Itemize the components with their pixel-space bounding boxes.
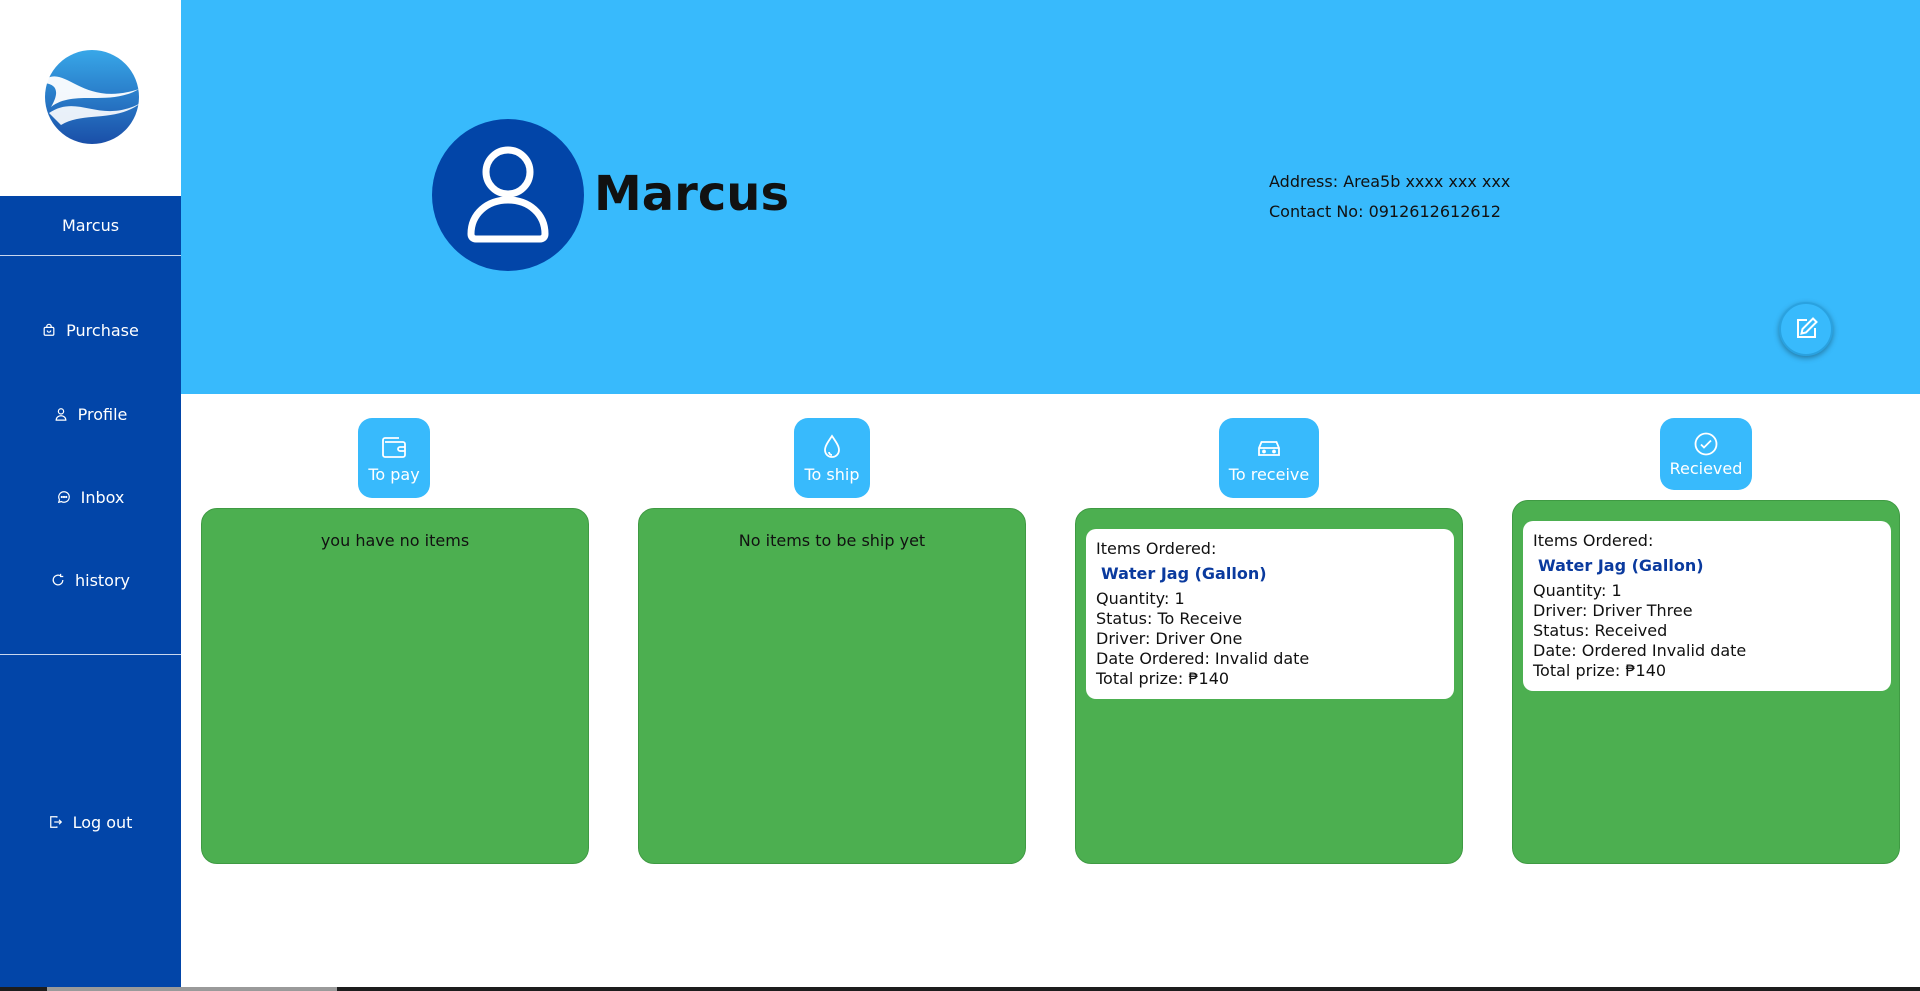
user-icon bbox=[55, 408, 67, 421]
tab-label: To receive bbox=[1228, 464, 1310, 484]
order-driver: Driver: Driver Three bbox=[1533, 601, 1693, 620]
received-panel: Items Ordered: Water Jag (Gallon) Quanti… bbox=[1512, 500, 1900, 864]
order-date: Date Ordered: Invalid date bbox=[1096, 649, 1310, 668]
tab-to-pay[interactable]: To pay bbox=[358, 418, 430, 498]
order-total: Total prize: ₱140 bbox=[1533, 661, 1667, 680]
sidebar-item-inbox[interactable]: Inbox bbox=[0, 477, 181, 517]
edit-icon bbox=[1797, 317, 1818, 338]
sidebar-item-profile[interactable]: Profile bbox=[0, 394, 181, 434]
profile-name: Marcus bbox=[594, 166, 790, 222]
sidebar-divider bbox=[0, 654, 181, 655]
sidebar-user-name: Marcus bbox=[0, 196, 181, 256]
refresh-icon bbox=[52, 573, 64, 586]
to-ship-panel: No items to be ship yet bbox=[638, 508, 1026, 864]
logout-icon bbox=[49, 816, 62, 828]
empty-message: No items to be ship yet bbox=[738, 531, 926, 550]
sidebar-item-label: Profile bbox=[77, 404, 128, 424]
edit-profile-button[interactable] bbox=[1779, 302, 1833, 356]
tab-label: To pay bbox=[368, 464, 420, 484]
sidebar-item-label: Inbox bbox=[80, 487, 125, 507]
tab-received[interactable]: Recieved bbox=[1660, 418, 1752, 490]
order-item-name: Water Jag (Gallon) bbox=[1538, 556, 1704, 575]
sidebar-item-history[interactable]: history bbox=[0, 560, 181, 600]
order-total: Total prize: ₱140 bbox=[1096, 669, 1230, 688]
order-status: Status: Received bbox=[1533, 621, 1668, 640]
order-card: Items Ordered: Water Jag (Gallon) Quanti… bbox=[1523, 521, 1891, 691]
user-avatar-icon bbox=[467, 146, 549, 243]
order-item-name: Water Jag (Gallon) bbox=[1101, 564, 1267, 583]
profile-address: Address: Area5b xxxx xxx xxx bbox=[1269, 172, 1511, 191]
scrollbar-thumb[interactable] bbox=[47, 987, 337, 991]
order-status: Status: To Receive bbox=[1096, 609, 1243, 628]
tab-label: Recieved bbox=[1669, 458, 1743, 478]
sidebar: Marcus Purchase Profile Inbox history Lo… bbox=[0, 0, 181, 991]
sidebar-item-label: Purchase bbox=[66, 320, 139, 340]
order-date: Date: Ordered Invalid date bbox=[1533, 641, 1747, 660]
car-icon bbox=[1258, 440, 1280, 456]
check-circle-icon bbox=[1694, 432, 1718, 455]
avatar bbox=[432, 119, 584, 271]
tab-to-receive[interactable]: To receive bbox=[1219, 418, 1319, 498]
shopping-bag-icon bbox=[43, 323, 55, 336]
logo-area bbox=[0, 0, 181, 196]
order-heading: Items Ordered: bbox=[1533, 531, 1654, 550]
wallet-icon bbox=[382, 436, 406, 458]
wave-globe-logo bbox=[41, 50, 141, 144]
water-drop-icon bbox=[824, 433, 840, 458]
chat-icon bbox=[57, 491, 70, 504]
order-quantity: Quantity: 1 bbox=[1533, 581, 1622, 600]
logout-label: Log out bbox=[72, 812, 133, 832]
sidebar-item-purchase[interactable]: Purchase bbox=[0, 310, 181, 350]
empty-message: you have no items bbox=[320, 531, 470, 550]
order-quantity: Quantity: 1 bbox=[1096, 589, 1185, 608]
horizontal-scrollbar[interactable] bbox=[0, 987, 1920, 991]
sidebar-item-label: history bbox=[74, 570, 131, 590]
tab-to-ship[interactable]: To ship bbox=[794, 418, 870, 498]
profile-contact: Contact No: 0912612612612 bbox=[1269, 202, 1501, 221]
to-receive-panel: Items Ordered: Water Jag (Gallon) Quanti… bbox=[1075, 508, 1463, 864]
order-driver: Driver: Driver One bbox=[1096, 629, 1243, 648]
to-pay-panel: you have no items bbox=[201, 508, 589, 864]
order-heading: Items Ordered: bbox=[1096, 539, 1217, 558]
order-card: Items Ordered: Water Jag (Gallon) Quanti… bbox=[1086, 529, 1454, 699]
logout-button[interactable]: Log out bbox=[0, 802, 181, 842]
tab-label: To ship bbox=[804, 464, 860, 484]
